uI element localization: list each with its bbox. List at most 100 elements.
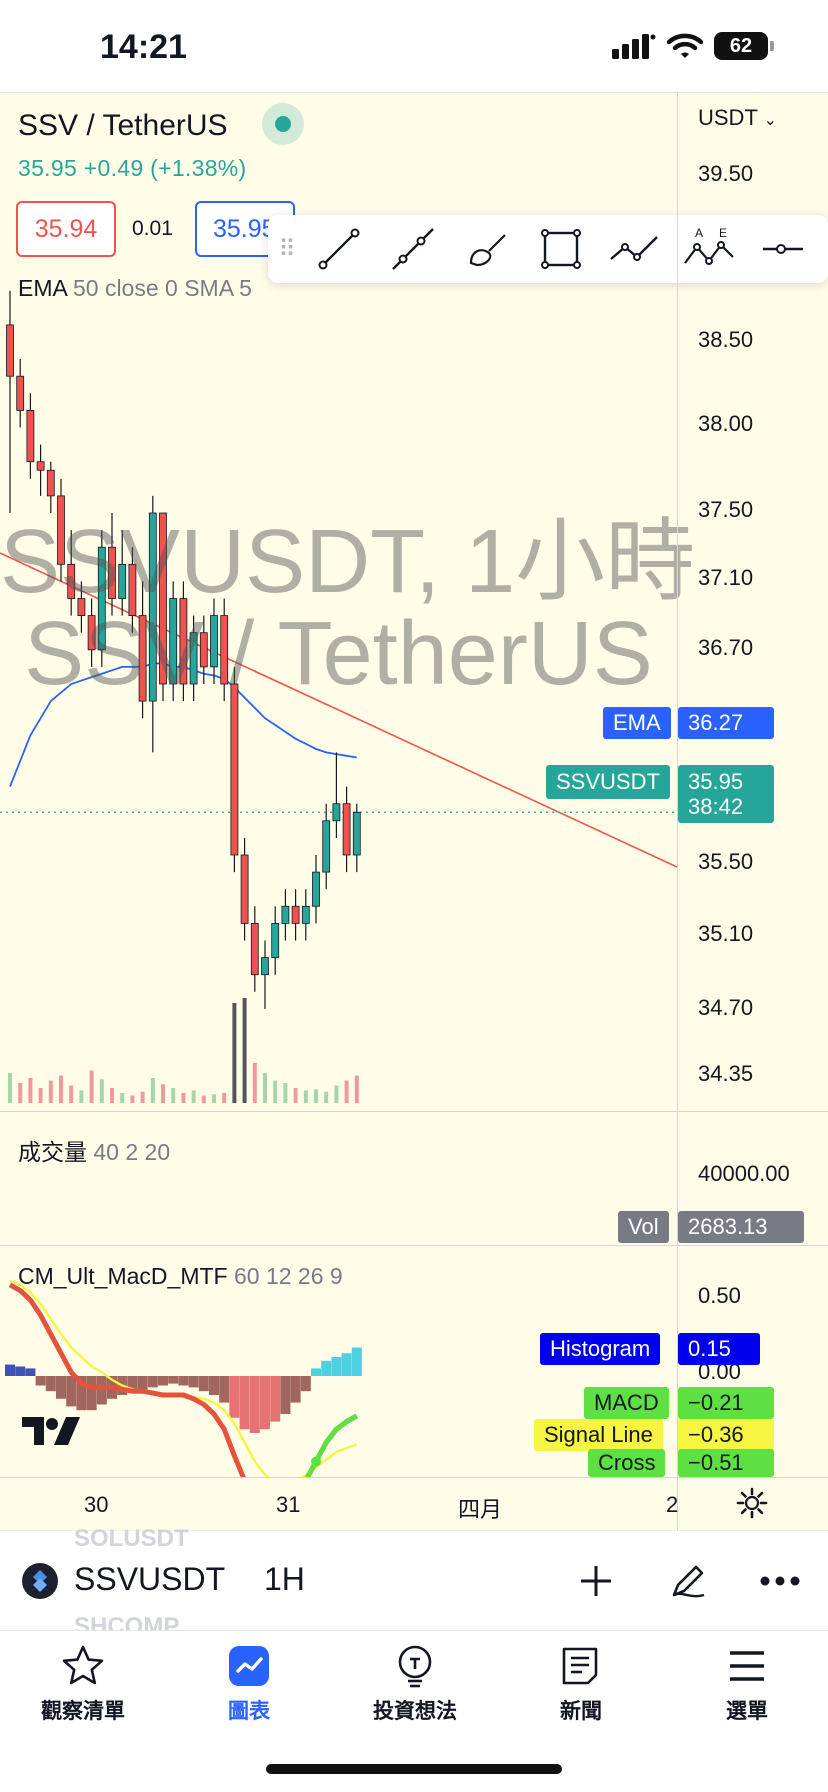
volume-legend-args: 40 2 20 [93,1139,171,1165]
ray-tool-icon[interactable] [376,219,450,279]
previous-symbol-ghost: SOLUSDT [74,1525,189,1552]
last-price-value: 35.95 [688,769,744,794]
macd-histogram-bar [96,1376,107,1405]
brush-tool-icon[interactable] [450,219,524,279]
time-tick: 31 [276,1492,301,1517]
macd-histogram-bar [239,1376,250,1430]
signal-tag-label: Signal Line [534,1419,663,1451]
add-indicator-plus-icon[interactable] [570,1555,622,1607]
nav-watchlist[interactable]: 觀察清單 [0,1643,166,1725]
volume-bar [130,1095,135,1103]
histogram-value-tag: 0.15 [678,1333,760,1365]
candle-body [128,563,137,616]
macd-histogram-bar [209,1376,219,1395]
rectangle-tool-icon[interactable] [524,219,598,279]
time-tick: 2 [666,1492,679,1517]
interval-button[interactable]: 1H [264,1561,305,1598]
macd-legend-args: 60 12 26 9 [233,1263,343,1289]
volume-legend-name: 成交量 [18,1139,87,1165]
macd-histogram-bar [249,1376,260,1433]
macd-legend[interactable]: CM_Ult_MacD_MTF 60 12 26 9 [18,1263,343,1290]
macd-tick: 0.50 [698,1283,741,1308]
volume-bar [273,1080,278,1103]
ema-legend[interactable]: EMA 50 close 0 SMA 5 [18,275,252,302]
more-options-icon[interactable] [754,1555,806,1607]
candle-body [148,512,157,702]
volume-bar [8,1073,12,1103]
candle-body [322,820,331,873]
volume-bar [232,1003,237,1103]
vol-tag-label: Vol [618,1211,669,1243]
news-icon [562,1647,598,1685]
nav-ideas[interactable]: 投資想法 [332,1643,498,1725]
macd-histogram-bar [158,1376,168,1386]
currency-selector[interactable]: USDT ⌄ [698,105,777,131]
macd-histogram-bar [5,1364,15,1376]
trend-line-tool-icon[interactable] [302,219,376,279]
price-tick: 35.10 [698,921,754,946]
candle-body [108,546,116,599]
chart-settings-gear-icon[interactable] [735,1486,769,1525]
candle-body [312,871,320,907]
volume-tick: 40000.00 [698,1161,790,1186]
time-tick: 30 [84,1492,109,1517]
macd-histogram-bar [15,1366,26,1376]
macd-histogram-bar [86,1376,97,1411]
volume-bar [201,1095,206,1103]
candle-countdown: 38:42 [688,794,744,819]
ssv-coin-icon [22,1563,58,1599]
volume-legend[interactable]: 成交量 40 2 20 [18,1133,170,1167]
macd-value-tag: −0.21 [678,1387,774,1419]
macd-histogram-bar [66,1376,77,1407]
cross-tag-label: Cross [588,1449,666,1477]
price-change-line: 35.95 +0.49 (+1.38%) [18,155,247,181]
volume-bar [314,1089,318,1103]
symbol-bar: SOLUSDT SSVUSDT 1H SHCOMP [0,1525,828,1640]
volume-bar [28,1078,33,1103]
drag-handle-icon[interactable]: ⠿ [272,235,302,264]
drawing-pen-icon[interactable] [662,1555,714,1607]
symbol-search-button[interactable]: SSVUSDT [74,1561,225,1598]
nav-chart[interactable]: 圖表 [166,1643,332,1725]
vol-value-tag: 2683.13 [678,1211,804,1243]
candle-body [210,615,218,668]
volume-bar [263,1073,267,1103]
last-price-tag-label: SSVUSDT [546,765,670,799]
cellular-signal-icon [612,34,656,59]
macd-histogram-bar [351,1347,362,1376]
macd-histogram-bar [56,1376,66,1399]
candle-body [138,615,147,702]
nav-label: 圖表 [228,1700,270,1723]
volume-bar [161,1084,165,1103]
volume-bar [79,1090,84,1103]
nav-news[interactable]: 新聞 [498,1643,664,1725]
macd-histogram-bar [260,1376,270,1430]
time-axis[interactable]: 30 31 四月 2 [0,1477,828,1531]
last-price-tag: 35.95 38:42 [678,765,774,823]
symbol-title[interactable]: SSV / TetherUS [18,109,228,143]
time-tick: 四月 [458,1497,503,1522]
candle-body [352,811,361,856]
price-axis[interactable]: USDT ⌄ 39.50 38.50 38.00 37.50 37.10 36.… [677,93,828,1531]
candle-body [77,598,86,617]
candle-body [250,923,259,976]
candle-body [179,598,188,685]
candle-body [271,923,280,959]
macd-cross-dot [311,1456,321,1467]
nav-menu[interactable]: 選單 [664,1643,828,1725]
chart-area[interactable]: SSVUSDT, 1小時 SSV / TetherUS SSV / Tether… [0,92,828,1531]
price-tick: 37.10 [698,565,754,590]
price-tick: 36.70 [698,635,754,660]
path-tool-icon[interactable] [598,219,672,279]
currency-label: USDT [698,105,758,130]
sell-price-button[interactable]: 35.94 [16,201,116,257]
price-tick: 34.70 [698,995,754,1020]
price-tick: 38.00 [698,411,754,436]
ema-tag-label: EMA [603,707,671,739]
nav-label: 觀察清單 [41,1700,125,1723]
macd-histogram-bar [219,1376,230,1403]
ema-legend-name: EMA [18,275,67,301]
candle-body [230,683,239,856]
volume-bar [120,1093,125,1103]
volume-bar [324,1091,329,1103]
